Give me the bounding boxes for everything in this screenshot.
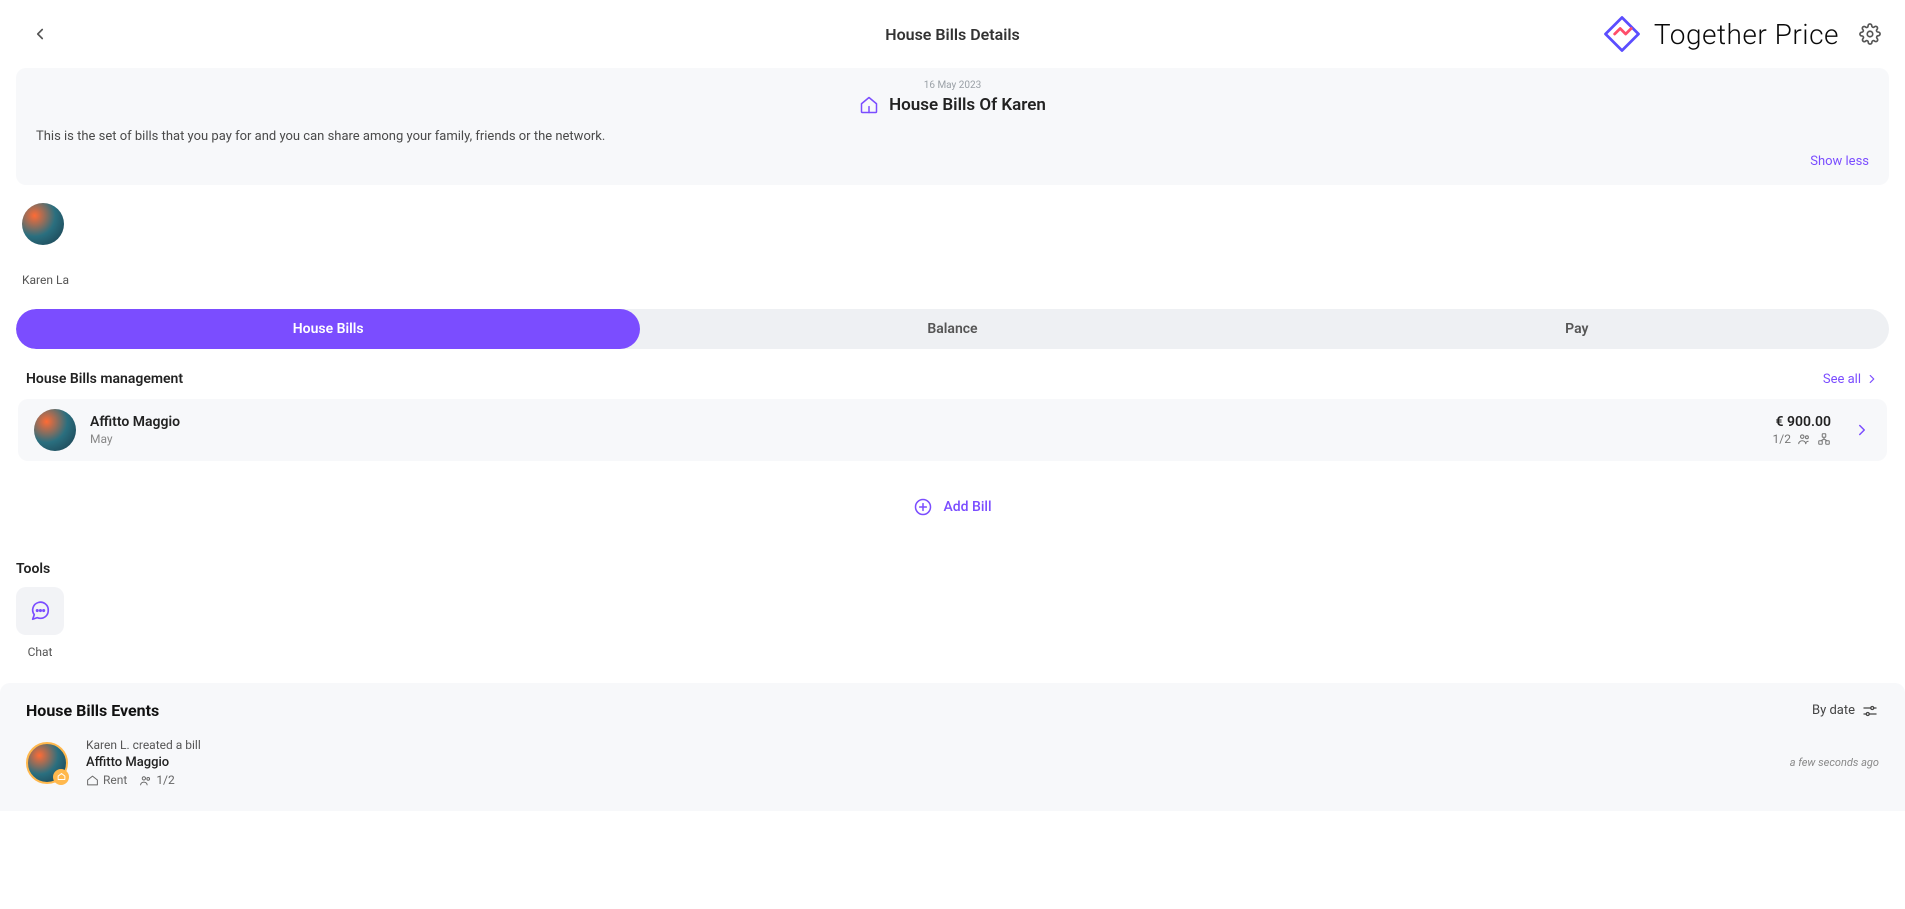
tools-title: Tools — [16, 561, 1889, 577]
event-timestamp: a few seconds ago — [1790, 756, 1879, 769]
bill-title: Affitto Maggio — [90, 414, 1759, 430]
bill-amount: € 900.00 — [1773, 414, 1831, 430]
group-created-date: 16 May 2023 — [36, 80, 1869, 91]
tabs: House Bills Balance Pay — [16, 309, 1889, 349]
share-icon — [1817, 432, 1831, 446]
tab-pay[interactable]: Pay — [1265, 309, 1889, 349]
filter-icon — [1861, 702, 1879, 720]
house-small-icon — [86, 774, 99, 787]
event-category: Rent — [103, 773, 127, 787]
settings-button[interactable] — [1859, 23, 1881, 45]
people-small-icon — [139, 774, 152, 787]
people-icon — [1797, 432, 1811, 446]
add-bill-button[interactable]: Add Bill — [0, 497, 1905, 517]
chat-icon — [29, 600, 51, 622]
events-title: House Bills Events — [26, 701, 159, 720]
tab-house-bills[interactable]: House Bills — [16, 309, 640, 349]
event-bill-name: Affitto Maggio — [86, 755, 1772, 770]
page-title: House Bills Details — [885, 25, 1020, 44]
management-title: House Bills management — [26, 371, 183, 387]
tool-chat-label: Chat — [28, 645, 53, 659]
show-less-toggle[interactable]: Show less — [36, 154, 1869, 169]
brand-logo[interactable]: Together Price — [1600, 12, 1839, 56]
chevron-right-icon — [1865, 372, 1879, 386]
plus-circle-icon — [913, 497, 933, 517]
logo-icon — [1600, 12, 1644, 56]
bill-month: May — [90, 432, 1759, 446]
brand-text: Together Price — [1654, 18, 1839, 51]
event-description: Karen L. created a bill — [86, 738, 1772, 752]
chevron-right-icon — [1853, 421, 1871, 439]
back-button[interactable] — [24, 18, 56, 50]
house-icon — [859, 95, 879, 115]
owner-section: Karen La — [0, 185, 1905, 295]
group-info-card: 16 May 2023 House Bills Of Karen This is… — [16, 68, 1889, 185]
management-header: House Bills management See all — [0, 349, 1905, 399]
app-header: House Bills Details Together Price — [0, 0, 1905, 68]
tool-chat[interactable]: Chat — [16, 587, 64, 659]
group-title: House Bills Of Karen — [889, 95, 1046, 115]
tools-section: Tools Chat — [0, 517, 1905, 683]
events-sort-label: By date — [1812, 703, 1855, 718]
tab-balance[interactable]: Balance — [640, 309, 1264, 349]
owner-avatar[interactable] — [22, 203, 64, 245]
event-item[interactable]: Karen L. created a bill Affitto Maggio R… — [26, 738, 1879, 787]
house-badge-icon — [57, 772, 66, 781]
event-badge — [53, 769, 69, 785]
see-all-label: See all — [1823, 372, 1861, 387]
gear-icon — [1859, 23, 1881, 45]
event-ratio: 1/2 — [156, 773, 174, 787]
group-description: This is the set of bills that you pay fo… — [36, 129, 1869, 144]
owner-name: Karen La — [22, 273, 1883, 287]
events-section: House Bills Events By date Karen L. crea… — [0, 683, 1905, 811]
bill-item[interactable]: Affitto Maggio May € 900.00 1/2 — [18, 399, 1887, 461]
bill-open — [1853, 421, 1871, 439]
event-avatar-wrap — [26, 742, 68, 784]
see-all-link[interactable]: See all — [1823, 372, 1879, 387]
bill-avatar — [34, 409, 76, 451]
chevron-left-icon — [31, 25, 49, 43]
add-bill-label: Add Bill — [943, 499, 991, 515]
bill-ratio: 1/2 — [1773, 432, 1791, 446]
events-sort[interactable]: By date — [1812, 702, 1879, 720]
